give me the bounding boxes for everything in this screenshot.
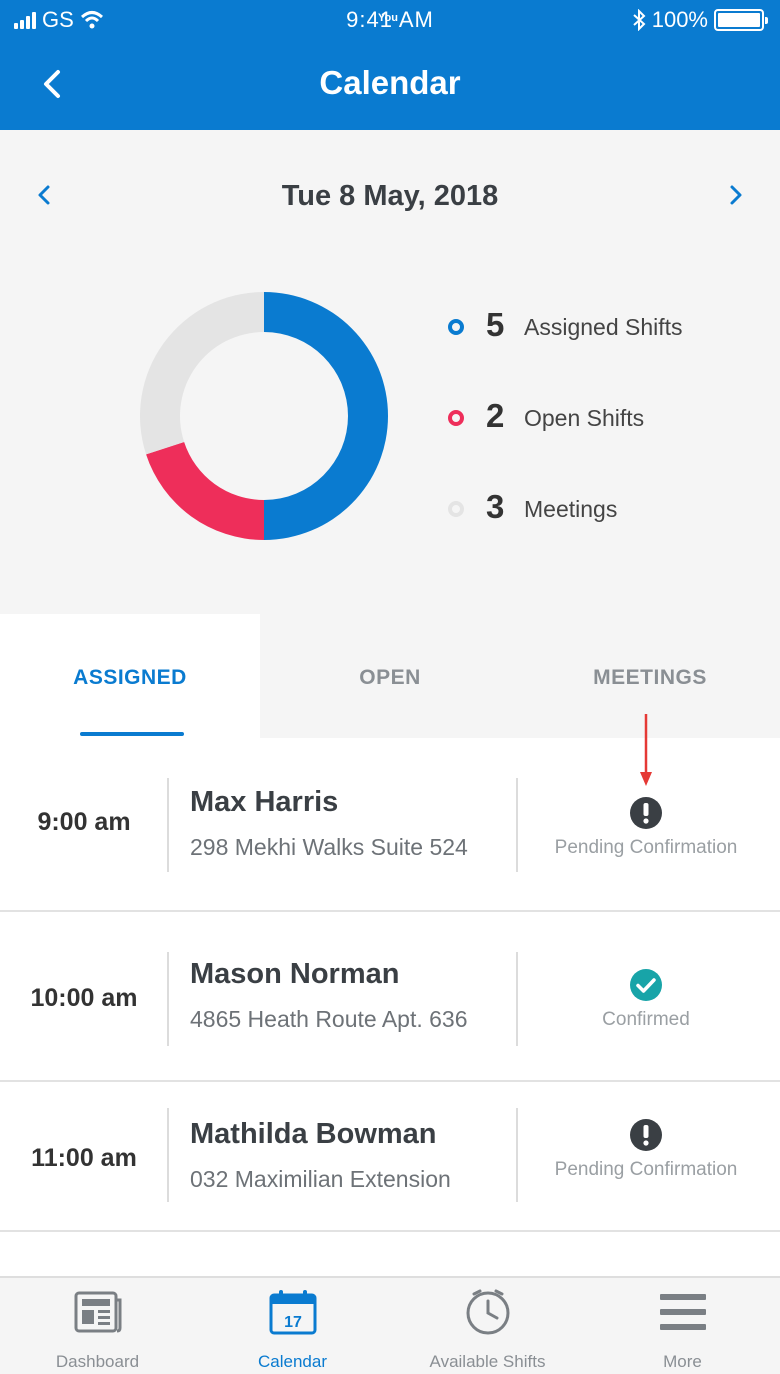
tabbar-label: Available Shifts (429, 1352, 546, 1371)
tabbar-calendar[interactable]: 17 Calendar (195, 1278, 390, 1374)
legend-label: Meetings (524, 496, 618, 522)
pink-ring-icon (448, 410, 464, 426)
legend-item-assigned: 5 Assigned Shifts (448, 306, 683, 397)
shift-donut-chart (140, 292, 388, 540)
shift-status[interactable]: Pending Confirmation (518, 796, 774, 859)
shift-time: 9:00 am (37, 808, 131, 836)
blue-ring-icon (448, 319, 464, 335)
calendar-summary: Tue 8 May, 2018 5 Assigned Shifts 2 Open… (0, 130, 780, 614)
exclamation-icon (630, 1119, 662, 1151)
page-title: Calendar (319, 64, 461, 101)
segment-tabs: ASSIGNED OPEN MEETINGS (0, 614, 780, 738)
shift-row[interactable]: 10:00 am Mason Norman 4865 Heath Route A… (0, 912, 780, 1082)
shift-address: 032 Maximilian Extension (190, 1166, 451, 1192)
shift-address: 298 Mekhi Walks Suite 524 (190, 834, 468, 860)
divider (167, 1108, 169, 1202)
legend-count: 3 (486, 488, 505, 525)
shift-row[interactable]: 9:00 am Max Harris 298 Mekhi Walks Suite… (0, 738, 780, 912)
legend-item-meetings: 3 Meetings (448, 488, 683, 579)
battery-icon (714, 9, 768, 31)
legend-count: 2 (486, 397, 505, 434)
status-label: Pending Confirmation (554, 837, 738, 858)
shift-status[interactable]: Confirmed (518, 968, 774, 1031)
donut-slice-meetings (140, 292, 264, 455)
shift-time: 10:00 am (30, 984, 138, 1012)
legend-count: 5 (486, 306, 505, 343)
donut-slice-assigned (264, 292, 388, 540)
active-tab-indicator (80, 732, 184, 736)
tab-label: ASSIGNED (73, 666, 187, 689)
tab-label: OPEN (359, 666, 421, 689)
next-day-icon[interactable] (720, 180, 750, 210)
legend-label: Open Shifts (524, 405, 645, 431)
status-label: Confirmed (602, 1009, 690, 1030)
divider (167, 778, 169, 872)
tabbar-label: Calendar (258, 1352, 327, 1371)
legend-label: Assigned Shifts (524, 314, 683, 340)
nav-bar: Calendar (0, 40, 780, 130)
employee-name: Mason Norman (190, 958, 400, 990)
status-bar: GS 9:41 AM You 100% (0, 0, 780, 40)
tabbar-label: More (663, 1352, 702, 1371)
battery-area: 100% (632, 7, 768, 33)
donut-slice-open (146, 441, 264, 540)
employee-name: Mathilda Bowman (190, 1118, 437, 1150)
donut-legend: 5 Assigned Shifts 2 Open Shifts 3 Meetin… (448, 306, 683, 579)
shift-status[interactable]: Pending Confirmation (518, 1118, 774, 1181)
shift-time: 11:00 am (31, 1144, 137, 1172)
grey-ring-icon (448, 501, 464, 517)
tab-label: MEETINGS (593, 666, 707, 689)
check-circle-icon (630, 969, 662, 1001)
overlay-label: You (378, 12, 398, 24)
exclamation-icon (630, 797, 662, 829)
newspaper-icon (74, 1291, 121, 1333)
tab-assigned[interactable]: ASSIGNED (0, 614, 260, 738)
tab-open[interactable]: OPEN (260, 614, 520, 738)
bluetooth-icon (633, 9, 646, 31)
calendar-icon-day: 17 (284, 1314, 302, 1331)
battery-percent: 100% (651, 7, 708, 32)
shift-row[interactable]: 11:00 am Mathilda Bowman 032 Maximilian … (0, 1082, 780, 1232)
shift-list: 9:00 am Max Harris 298 Mekhi Walks Suite… (0, 738, 780, 1278)
calendar-icon: 17 (269, 1290, 316, 1335)
status-label: Pending Confirmation (554, 1159, 738, 1180)
tabbar-dashboard[interactable]: Dashboard (0, 1278, 195, 1374)
annotation-arrow-icon (640, 714, 652, 786)
tabbar-available-shifts[interactable]: Available Shifts (390, 1278, 585, 1374)
tabbar-label: Dashboard (55, 1352, 140, 1371)
bottom-tab-bar: Dashboard 17 Calendar Available Shifts M… (0, 1276, 780, 1374)
clock-icon (466, 1289, 509, 1335)
shift-address: 4865 Heath Route Apt. 636 (190, 1006, 468, 1032)
hamburger-icon (659, 1294, 706, 1330)
current-date: Tue 8 May, 2018 (281, 180, 499, 212)
divider (167, 952, 169, 1046)
employee-name: Max Harris (190, 786, 339, 818)
tabbar-more[interactable]: More (585, 1278, 780, 1374)
legend-item-open: 2 Open Shifts (448, 397, 683, 488)
